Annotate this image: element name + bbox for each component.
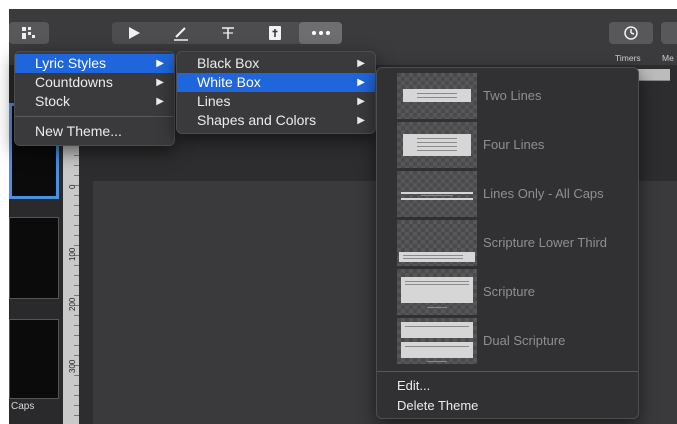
theme-name: Scripture: [483, 284, 536, 299]
delete-theme-button[interactable]: Delete Theme: [397, 398, 478, 413]
edit-pen-icon: [174, 27, 188, 41]
theme-name: Four Lines: [483, 137, 545, 152]
menu-item-white-box[interactable]: White Box ▶: [177, 73, 375, 92]
play-icon: [129, 27, 140, 39]
theme-thumbnail: [397, 122, 477, 168]
theme-item-two-lines[interactable]: Two Lines: [397, 73, 627, 119]
theme-thumbnail: [397, 269, 477, 315]
theme-thumbnail: [397, 318, 477, 364]
menu-item-label: Lyric Styles: [35, 55, 107, 71]
submenu-arrow-icon: ▶: [156, 96, 164, 107]
theme-thumbnail: [397, 220, 477, 266]
more-button[interactable]: [299, 22, 342, 44]
theme-name: Lines Only - All Caps: [483, 186, 604, 201]
theme-item-lines-only-all-caps[interactable]: Lines Only - All Caps: [397, 171, 627, 217]
theme-item-four-lines[interactable]: Four Lines: [397, 122, 627, 168]
menu-item-label: Stock: [35, 93, 71, 109]
theme-thumbnail: [397, 171, 477, 217]
theme-item-scripture[interactable]: Scripture: [397, 269, 627, 315]
bible-button[interactable]: [253, 22, 297, 44]
menu-item-stock[interactable]: Stock ▶: [15, 92, 174, 111]
submenu-arrow-icon: ▶: [156, 58, 164, 69]
menu-item-lyric-styles[interactable]: Lyric Styles ▶: [15, 54, 174, 73]
ruler-tick-label: 100: [68, 247, 77, 261]
theme-name: Dual Scripture: [483, 333, 566, 348]
menu-item-label: Black Box: [197, 55, 260, 71]
theme-thumbnail: [397, 73, 477, 119]
ruler-tick-label: 0: [68, 184, 77, 189]
menu-item-shapes-and-colors[interactable]: Shapes and Colors ▶: [177, 111, 375, 130]
submenu-arrow-icon: ▶: [156, 77, 164, 88]
timers-label: Timers: [615, 53, 641, 63]
lyric-styles-menu: Black Box ▶ White Box ▶ Lines ▶ Shapes a…: [176, 51, 376, 134]
ruler-tick-label: 200: [68, 297, 77, 311]
bible-icon: [269, 26, 281, 40]
menu-item-black-box[interactable]: Black Box ▶: [177, 54, 375, 73]
theme-item-scripture-lower-third[interactable]: Scripture Lower Third: [397, 220, 627, 266]
menu-item-label: White Box: [197, 74, 261, 90]
timer-icon: [624, 26, 638, 40]
submenu-arrow-icon: ▶: [357, 58, 365, 69]
submenu-arrow-icon: ▶: [357, 77, 365, 88]
menu-item-label: Shapes and Colors: [197, 112, 317, 128]
menu-item-new-theme[interactable]: New Theme...: [15, 122, 174, 141]
ruler-tick-label: 300: [68, 359, 77, 373]
slide-caption: Caps: [11, 401, 35, 412]
play-button[interactable]: [112, 22, 156, 44]
edit-theme-button[interactable]: Edit...: [397, 378, 430, 393]
media-label: Me: [662, 53, 674, 63]
more-icon: [311, 31, 330, 35]
submenu-arrow-icon: ▶: [357, 115, 365, 126]
menu-item-lines[interactable]: Lines ▶: [177, 92, 375, 111]
view-toggle-button[interactable]: [9, 22, 49, 44]
timers-button[interactable]: [609, 22, 653, 44]
white-box-theme-panel: Two Lines Four Lines Lines Only - All Ca…: [376, 67, 639, 419]
text-button[interactable]: [206, 22, 250, 44]
menu-item-label: Countdowns: [35, 74, 113, 90]
text-icon: [222, 27, 234, 39]
theme-name: Scripture Lower Third: [483, 235, 608, 250]
menu-item-countdowns[interactable]: Countdowns ▶: [15, 73, 174, 92]
menu-item-label: Lines: [197, 93, 231, 109]
slide-thumbnail[interactable]: [9, 217, 59, 299]
menu-separator: [15, 116, 174, 117]
media-button[interactable]: [661, 22, 677, 44]
theme-category-menu: Lyric Styles ▶ Countdowns ▶ Stock ▶ New …: [14, 51, 175, 146]
submenu-arrow-icon: ▶: [357, 96, 365, 107]
view-toggle-icon: [22, 27, 35, 39]
theme-item-dual-scripture[interactable]: Dual Scripture: [397, 318, 627, 364]
slide-thumbnail[interactable]: [9, 319, 59, 399]
edit-button[interactable]: [159, 22, 203, 44]
theme-name: Two Lines: [483, 88, 542, 103]
menu-separator: [377, 371, 638, 372]
menu-item-label: New Theme...: [35, 123, 122, 139]
